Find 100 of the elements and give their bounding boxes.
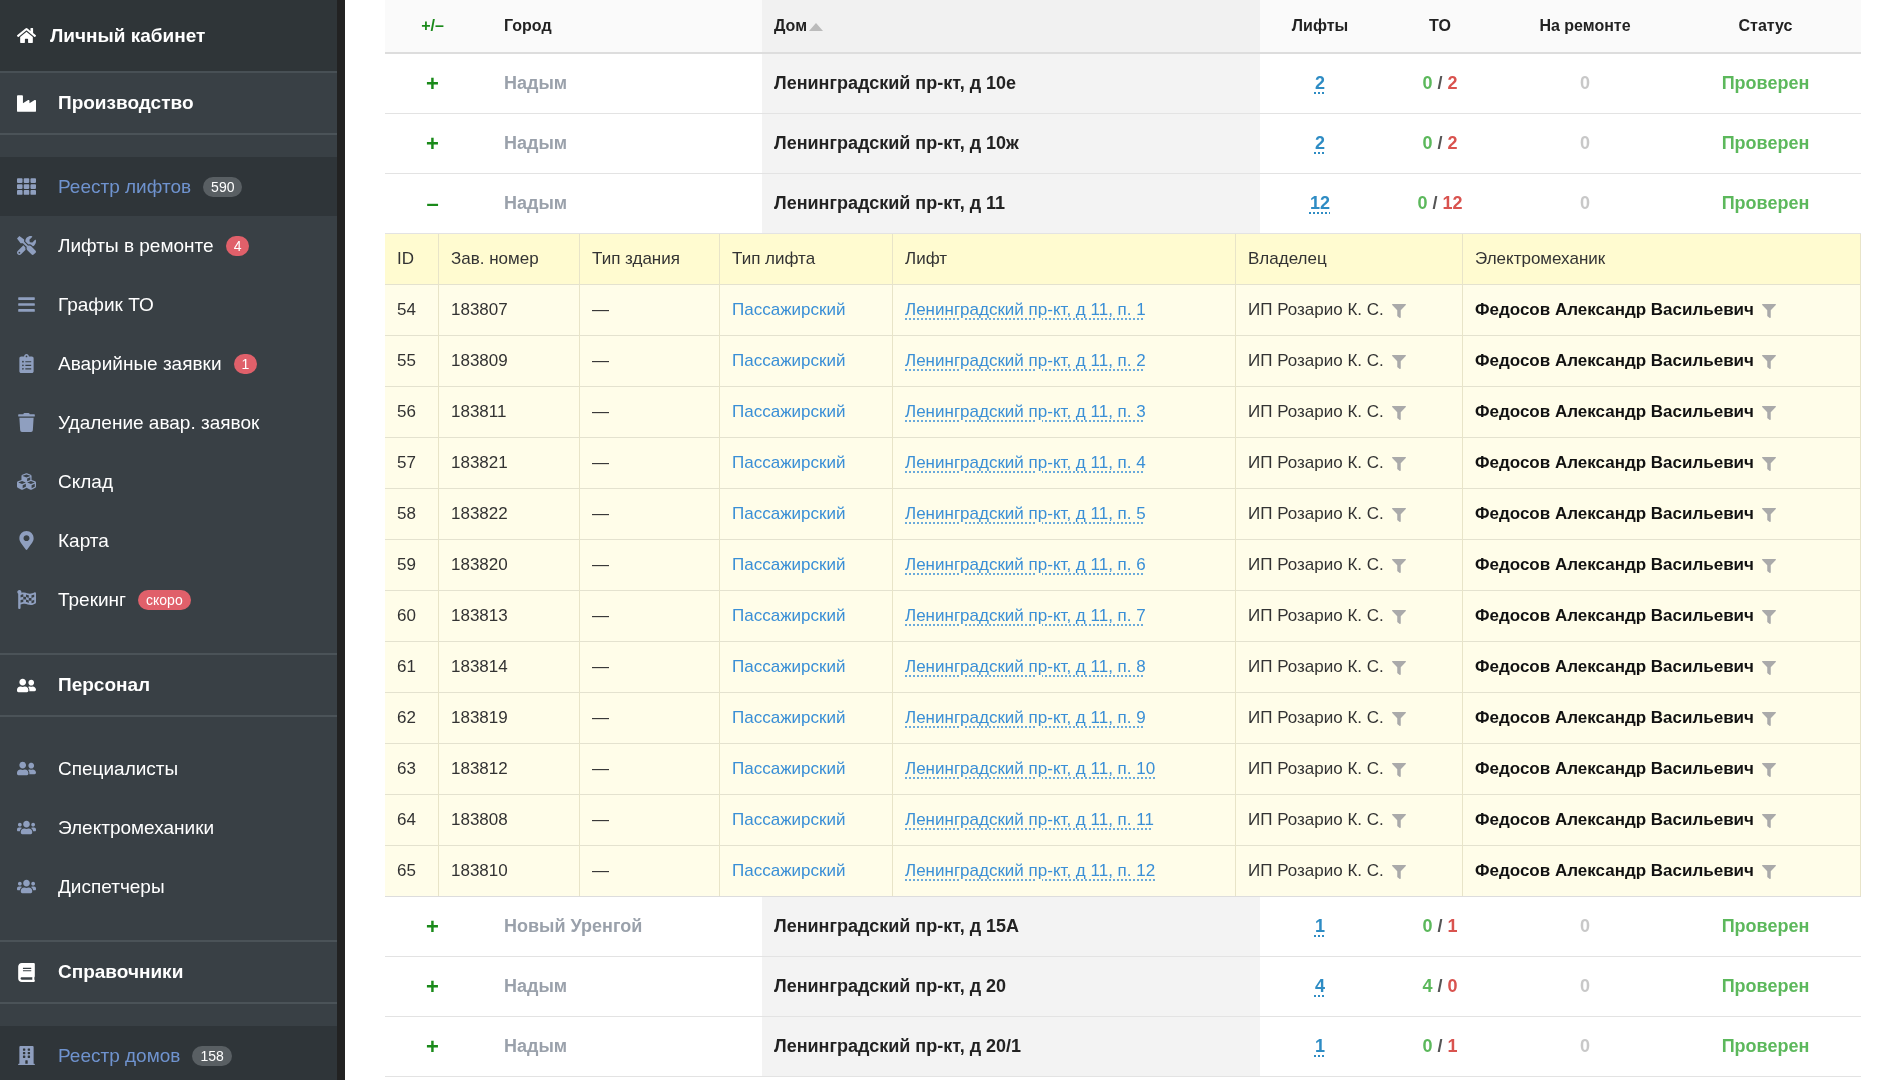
sidebar-header-title[interactable]: Личный кабинет bbox=[50, 24, 206, 47]
filter-icon[interactable] bbox=[1761, 456, 1776, 471]
lift-link[interactable]: Ленинградский пр-кт, д 11, п. 8 bbox=[905, 657, 1146, 676]
filter-icon[interactable] bbox=[1391, 507, 1406, 522]
lifts-count-link[interactable]: 12 bbox=[1310, 193, 1330, 213]
lifts-count-link[interactable]: 1 bbox=[1315, 1036, 1325, 1056]
lift-link[interactable]: Ленинградский пр-кт, д 11, п. 12 bbox=[905, 861, 1156, 880]
serial-number: 183821 bbox=[451, 453, 508, 472]
column-header[interactable]: Город bbox=[480, 0, 762, 53]
filter-icon[interactable] bbox=[1761, 660, 1776, 675]
lifts-count-link[interactable]: 1 bbox=[1315, 916, 1325, 936]
filter-icon[interactable] bbox=[1761, 354, 1776, 369]
lift-type-link[interactable]: Пассажирский bbox=[732, 351, 846, 370]
sidebar-item[interactable]: Диспетчеры bbox=[0, 857, 337, 916]
filter-icon[interactable] bbox=[1391, 660, 1406, 675]
lift-link[interactable]: Ленинградский пр-кт, д 11, п. 7 bbox=[905, 606, 1146, 625]
sidebar-item[interactable]: Реестр домов 158 bbox=[0, 1026, 337, 1080]
filter-icon[interactable] bbox=[1391, 813, 1406, 828]
home-icon bbox=[14, 26, 38, 45]
filter-icon[interactable] bbox=[1761, 507, 1776, 522]
filter-icon[interactable] bbox=[1761, 762, 1776, 777]
lift-link[interactable]: Ленинградский пр-кт, д 11, п. 1 bbox=[905, 300, 1146, 319]
filter-icon[interactable] bbox=[1761, 609, 1776, 624]
column-header: Электромеханик bbox=[1462, 234, 1861, 285]
filter-icon[interactable] bbox=[1391, 354, 1406, 369]
lift-link[interactable]: Ленинградский пр-кт, д 11, п. 9 bbox=[905, 708, 1146, 727]
lift-link[interactable]: Ленинградский пр-кт, д 11, п. 2 bbox=[905, 351, 1146, 370]
column-header[interactable]: Лифты bbox=[1260, 0, 1380, 53]
filter-icon[interactable] bbox=[1391, 303, 1406, 318]
filter-icon[interactable] bbox=[1761, 303, 1776, 318]
column-header[interactable]: Статус bbox=[1670, 0, 1861, 53]
expand-button[interactable]: + bbox=[420, 913, 445, 940]
filter-icon[interactable] bbox=[1761, 711, 1776, 726]
sidebar-item[interactable]: Карта bbox=[0, 511, 337, 570]
sidebar-item[interactable]: Лифты в ремонте 4 bbox=[0, 216, 337, 275]
lift-link[interactable]: Ленинградский пр-кт, д 11, п. 4 bbox=[905, 453, 1146, 472]
filter-icon[interactable] bbox=[1391, 762, 1406, 777]
filter-icon[interactable] bbox=[1391, 558, 1406, 573]
lift-type-link[interactable]: Пассажирский bbox=[732, 606, 846, 625]
group-icon bbox=[14, 93, 38, 113]
lift-type-link[interactable]: Пассажирский bbox=[732, 759, 846, 778]
city-text: Надым bbox=[504, 193, 568, 213]
building-type: — bbox=[592, 555, 609, 574]
sidebar-item[interactable]: Трекинг скоро bbox=[0, 570, 337, 629]
lifts-count-link[interactable]: 2 bbox=[1315, 73, 1325, 93]
lift-type-link[interactable]: Пассажирский bbox=[732, 810, 846, 829]
sidebar-item[interactable]: Удаление авар. заявок bbox=[0, 393, 337, 452]
lifts-count-link[interactable]: 2 bbox=[1315, 133, 1325, 153]
city-text: Надым bbox=[504, 976, 568, 996]
filter-icon[interactable] bbox=[1761, 864, 1776, 879]
building-type: — bbox=[592, 504, 609, 523]
column-header[interactable]: Дом bbox=[762, 0, 1260, 53]
sidebar-item[interactable]: Аварийные заявки 1 bbox=[0, 334, 337, 393]
expand-button[interactable]: + bbox=[420, 70, 445, 97]
count-badge: 590 bbox=[203, 176, 243, 197]
id-cell: 62 bbox=[397, 708, 416, 727]
building-type: — bbox=[592, 861, 609, 880]
lift-type-link[interactable]: Пассажирский bbox=[732, 861, 846, 880]
filter-icon[interactable] bbox=[1391, 864, 1406, 879]
collapse-button[interactable]: – bbox=[420, 190, 445, 217]
maintenance-done: 4 bbox=[1422, 976, 1433, 996]
filter-icon[interactable] bbox=[1761, 813, 1776, 828]
owner-text: ИП Розарио К. С. bbox=[1248, 504, 1384, 523]
menu-icon bbox=[14, 472, 38, 491]
lift-type-link[interactable]: Пассажирский bbox=[732, 504, 846, 523]
sidebar-item[interactable]: Склад bbox=[0, 452, 337, 511]
lift-link[interactable]: Ленинградский пр-кт, д 11, п. 11 bbox=[905, 810, 1154, 829]
mechanic-name: Федосов Александр Васильевич bbox=[1475, 759, 1754, 778]
sidebar-item[interactable]: Электромеханики bbox=[0, 798, 337, 857]
lift-type-link[interactable]: Пассажирский bbox=[732, 300, 846, 319]
lift-type-link[interactable]: Пассажирский bbox=[732, 402, 846, 421]
lifts-count-link[interactable]: 4 bbox=[1315, 976, 1325, 996]
filter-icon[interactable] bbox=[1391, 609, 1406, 624]
lift-type-link[interactable]: Пассажирский bbox=[732, 453, 846, 472]
maintenance-done: 0 bbox=[1422, 73, 1433, 93]
column-header[interactable]: На ремонте bbox=[1500, 0, 1670, 53]
lift-link[interactable]: Ленинградский пр-кт, д 11, п. 10 bbox=[905, 759, 1156, 778]
sidebar-item[interactable]: Специалисты bbox=[0, 739, 337, 798]
lift-link[interactable]: Ленинградский пр-кт, д 11, п. 3 bbox=[905, 402, 1146, 421]
lift-link[interactable]: Ленинградский пр-кт, д 11, п. 6 bbox=[905, 555, 1146, 574]
city-text: Надым bbox=[504, 73, 568, 93]
lift-type-link[interactable]: Пассажирский bbox=[732, 555, 846, 574]
filter-icon[interactable] bbox=[1391, 711, 1406, 726]
expand-button[interactable]: + bbox=[420, 973, 445, 1000]
filter-icon[interactable] bbox=[1761, 558, 1776, 573]
column-header[interactable]: +/– bbox=[385, 0, 480, 53]
column-header[interactable]: ТО bbox=[1380, 0, 1500, 53]
filter-icon[interactable] bbox=[1391, 456, 1406, 471]
lift-type-link[interactable]: Пассажирский bbox=[732, 657, 846, 676]
expand-button[interactable]: + bbox=[420, 130, 445, 157]
maintenance-done: 0 bbox=[1417, 193, 1428, 213]
expand-button[interactable]: + bbox=[420, 1033, 445, 1060]
filter-icon[interactable] bbox=[1761, 405, 1776, 420]
lift-type-link[interactable]: Пассажирский bbox=[732, 708, 846, 727]
lift-link[interactable]: Ленинградский пр-кт, д 11, п. 5 bbox=[905, 504, 1146, 523]
menu-icon bbox=[14, 818, 38, 837]
sidebar-item[interactable]: Реестр лифтов 590 bbox=[0, 157, 337, 216]
sidebar-item[interactable]: График ТО bbox=[0, 275, 337, 334]
filter-icon[interactable] bbox=[1391, 405, 1406, 420]
mechanic-name: Федосов Александр Васильевич bbox=[1475, 861, 1754, 880]
